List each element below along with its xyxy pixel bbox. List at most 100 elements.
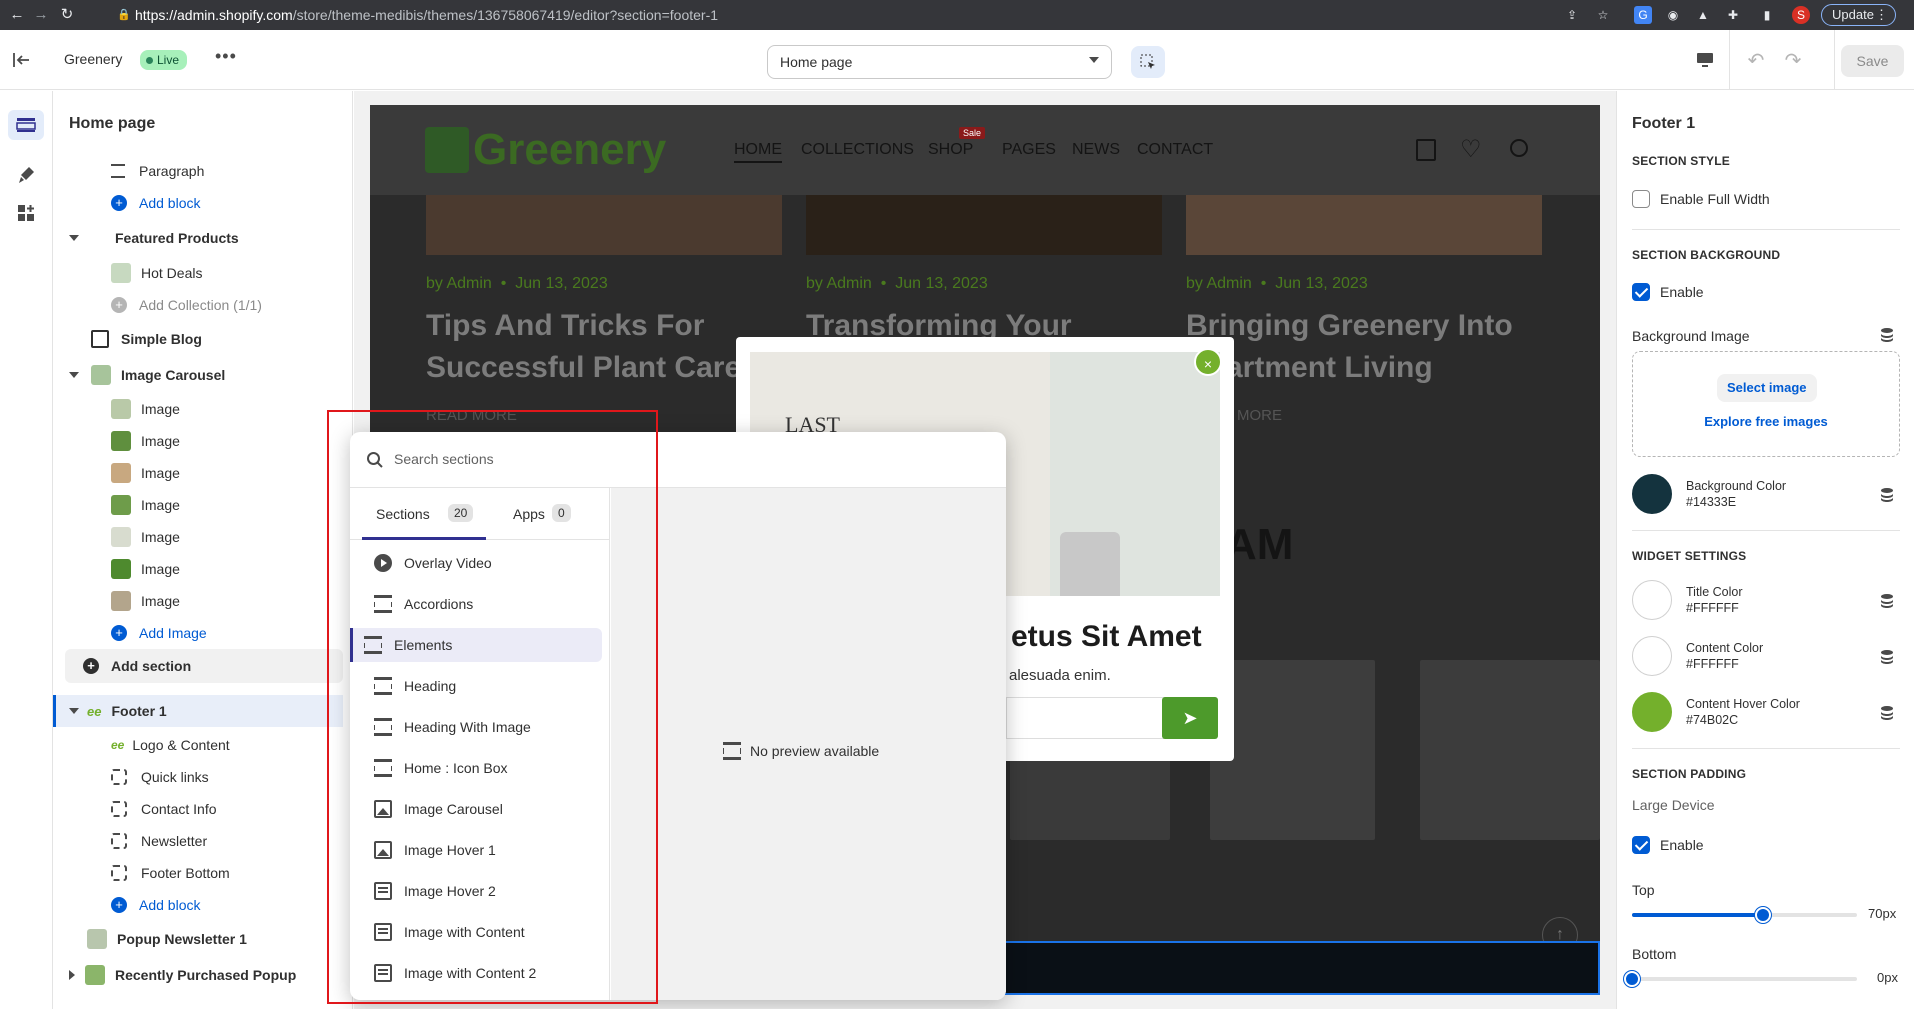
store-nav-news[interactable]: NEWS [1072,141,1120,159]
desktop-preview-icon[interactable] [1694,50,1716,70]
enable-full-width-checkbox[interactable] [1632,190,1650,208]
store-search-icon[interactable] [1510,139,1528,157]
share-icon[interactable]: ⇪ [1563,6,1581,24]
padding-enable-checkbox[interactable] [1632,836,1650,854]
live-badge: Live [140,50,188,70]
dynamic-source-icon[interactable] [1879,593,1895,609]
image-thumb-icon [111,591,131,611]
inspector-toggle-icon[interactable] [1131,46,1165,78]
tree-item-image[interactable]: Image [111,585,352,617]
store-nav-pages[interactable]: PAGES [1002,141,1056,159]
store-nav-home[interactable]: HOME [734,141,782,163]
tree-item-footer-bottom[interactable]: Footer Bottom [111,857,352,889]
tree-item-footer-1[interactable]: ee Footer 1 [53,695,343,727]
add-block-button[interactable]: + Add block [111,187,352,219]
top-padding-slider[interactable] [1632,907,1857,923]
puzzle-extensions-icon[interactable]: ✚ [1724,6,1742,24]
store-nav-shop[interactable]: SHOP [928,141,973,159]
chevron-down-icon [1089,57,1099,63]
address-bar[interactable]: 🔒 https://admin.shopify.com/store/theme-… [105,3,1561,27]
tree-item-image[interactable]: Image [111,393,352,425]
color-label: Background Color [1686,479,1787,493]
tree-item-label: Quick links [141,769,209,785]
undo-icon[interactable]: ↶ [1744,48,1768,72]
dynamic-source-icon[interactable] [1879,705,1895,721]
title-color-swatch[interactable] [1632,580,1672,620]
update-button[interactable]: Update ⋮ [1821,4,1896,26]
tree-item-popup-newsletter[interactable]: Popup Newsletter 1 [83,923,352,955]
add-image-button[interactable]: + Add Image [111,617,352,649]
popup-send-icon[interactable]: ➤ [1162,697,1218,739]
camera-extension-icon[interactable]: ◉ [1664,6,1682,24]
tree-item-image[interactable]: Image [111,553,352,585]
section-tree-panel: Home page Paragraph + Add block Featured… [53,91,353,1009]
exit-icon[interactable] [10,50,34,70]
slider-handle[interactable] [1754,907,1771,923]
popup-thumb-icon [87,929,107,949]
store-header: Greenery HOME COLLECTIONS SHOP Sale PAGE… [370,105,1600,195]
blog-title[interactable]: Tips And Tricks For Successful Plant Car… [426,305,786,389]
tree-item-logo-content[interactable]: ee Logo & Content [111,729,352,761]
background-color-swatch[interactable] [1632,474,1672,514]
sections-nav-icon[interactable] [8,110,44,140]
store-nav-collections[interactable]: COLLECTIONS [801,141,914,159]
cart-icon[interactable] [1416,139,1436,161]
section-preview-pane: No preview available [611,488,1006,1000]
more-actions-icon[interactable]: ••• [215,46,237,67]
footer-logo-icon: ee [87,703,102,719]
drive-extension-icon[interactable]: ▲ [1694,6,1712,24]
explore-free-images-link[interactable]: Explore free images [1633,414,1899,429]
highlight-annotation-box [327,410,658,1004]
profile-avatar[interactable]: S [1792,6,1810,24]
select-image-button[interactable]: Select image [1717,374,1817,402]
tree-item-contact-info[interactable]: Contact Info [111,793,352,825]
tree-item-newsletter[interactable]: Newsletter [111,825,352,857]
tree-item-featured-products[interactable]: Featured Products [69,222,352,254]
content-hover-color-swatch[interactable] [1632,692,1672,732]
reload-icon[interactable]: ↻ [54,5,80,23]
page-selector[interactable]: Home page [767,45,1112,79]
tree-item-recently-purchased[interactable]: Recently Purchased Popup [69,959,352,991]
blog-title[interactable]: Bringing Greenery Into Apartment Living [1186,305,1566,389]
add-collection-button[interactable]: + Add Collection (1/1) [111,289,352,321]
tree-item-image-carousel[interactable]: Image Carousel [69,359,352,391]
blog-author: by Admin [1186,275,1252,292]
tree-item-image[interactable]: Image [111,457,352,489]
wishlist-heart-icon[interactable]: ♡ [1460,135,1482,164]
tree-item-label: Simple Blog [121,331,202,347]
image-thumb-icon [111,495,131,515]
bottom-padding-slider[interactable] [1624,971,1857,987]
tree-item-image[interactable]: Image [111,425,352,457]
forward-icon[interactable]: → [28,6,54,23]
add-block-button[interactable]: + Add block [111,889,352,921]
translate-extension-icon[interactable]: G [1634,6,1652,24]
read-more-link[interactable]: MORE [1237,407,1282,424]
theme-settings-icon[interactable] [12,161,40,189]
background-enable-checkbox[interactable] [1632,283,1650,301]
tree-item-quick-links[interactable]: Quick links [111,761,352,793]
tree-item-simple-blog[interactable]: Simple Blog [83,323,352,355]
tree-item-paragraph[interactable]: Paragraph [111,155,352,187]
dynamic-source-icon[interactable] [1879,649,1895,665]
content-color-label: Content Color #FFFFFF [1686,640,1763,672]
content-color-swatch[interactable] [1632,636,1672,676]
image-thumb-icon [111,559,131,579]
sidepanel-icon[interactable]: ▮ [1758,6,1776,24]
tree-item-image[interactable]: Image [111,521,352,553]
dynamic-source-icon[interactable] [1879,487,1895,503]
redo-icon[interactable]: ↷ [1781,48,1805,72]
dynamic-source-icon[interactable] [1879,327,1895,343]
slider-handle[interactable] [1624,971,1640,987]
save-button[interactable]: Save [1841,45,1904,77]
app-embeds-icon[interactable] [12,199,40,227]
bookmark-star-icon[interactable]: ☆ [1594,6,1612,24]
add-section-button[interactable]: + Add section [65,649,343,683]
url-path: /store/theme-medibis/themes/136758067419… [292,7,719,23]
tree-item-hot-deals[interactable]: Hot Deals [111,257,352,289]
tree-item-image[interactable]: Image [111,489,352,521]
blog-meta: by Admin • Jun 13, 2023 [806,275,988,292]
store-nav-contact[interactable]: CONTACT [1137,141,1213,159]
tree-item-label: Add block [139,897,201,913]
popup-close-icon[interactable]: × [1194,348,1222,376]
back-icon[interactable]: ← [4,6,30,23]
